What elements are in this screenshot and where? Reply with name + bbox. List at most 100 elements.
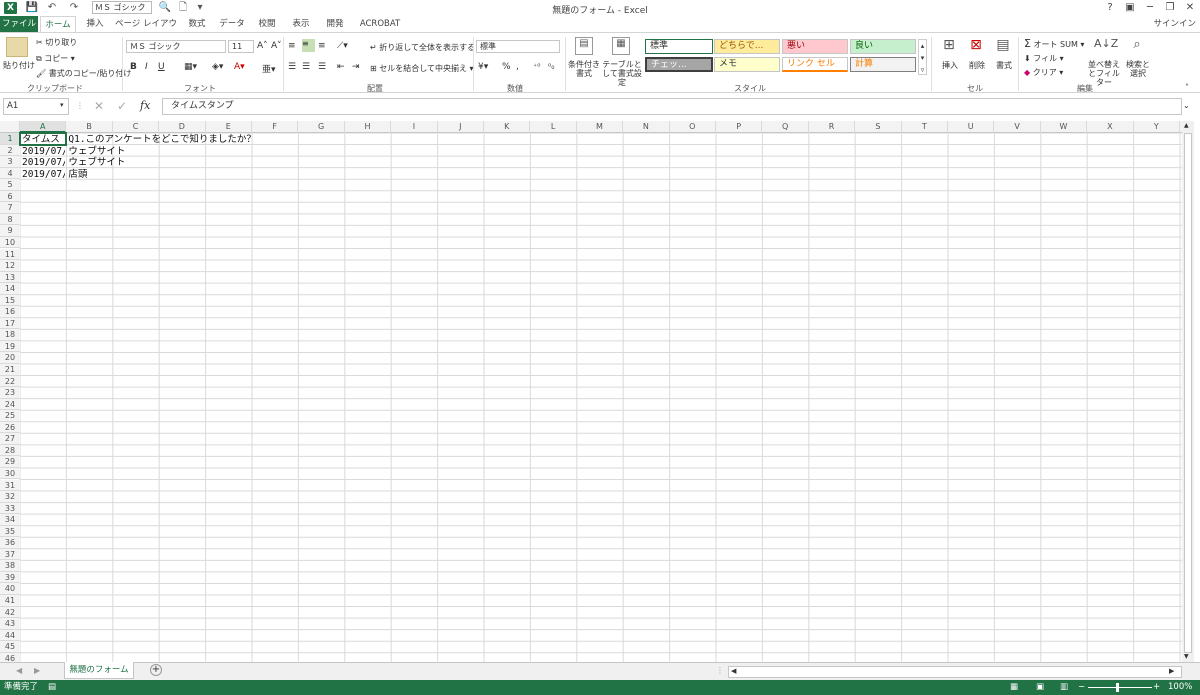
row-header-38[interactable]: 38 <box>0 560 20 572</box>
autosum-button[interactable]: Σ オート SUM ▾ <box>1024 37 1084 50</box>
next-sheet-icon[interactable]: ▶ <box>34 666 40 675</box>
decrease-indent-icon[interactable]: ⇤ <box>337 62 345 72</box>
tab-review[interactable]: 校閲 <box>252 16 282 32</box>
style-calculation[interactable]: 計算 <box>850 57 916 72</box>
delete-cells-icon[interactable]: ⊠ <box>967 37 985 55</box>
row-header-30[interactable]: 30 <box>0 467 20 480</box>
currency-icon[interactable]: ¥▾ <box>478 62 488 72</box>
row-header-19[interactable]: 19 <box>0 340 20 353</box>
font-size-select[interactable]: 11 <box>228 40 254 53</box>
zoom-out-icon[interactable]: − <box>1078 680 1085 695</box>
format-as-table-icon[interactable]: ▦ <box>612 37 630 55</box>
tab-formulas[interactable]: 数式 <box>182 16 212 32</box>
binoculars-icon[interactable]: ⌕ <box>1127 37 1147 55</box>
column-header-h[interactable]: H <box>345 121 392 133</box>
macro-record-icon[interactable]: ▤ <box>48 680 56 695</box>
row-header-39[interactable]: 39 <box>0 571 20 584</box>
row-header-14[interactable]: 14 <box>0 283 20 295</box>
column-header-f[interactable]: F <box>252 121 299 133</box>
cell-a4[interactable]: 2019/07/2 <box>22 169 65 181</box>
row-header-23[interactable]: 23 <box>0 387 20 399</box>
styles-gallery-scroll[interactable]: ▴ ▾ ▿ <box>918 39 927 75</box>
align-center-icon[interactable]: ☰ <box>302 62 310 72</box>
row-header-16[interactable]: 16 <box>0 306 20 318</box>
decrease-decimal-icon[interactable]: ⁰₀ <box>548 62 554 71</box>
format-cells-icon[interactable]: ▤ <box>994 37 1012 55</box>
cell-b4[interactable]: 店頭 <box>68 169 87 181</box>
row-header-4[interactable]: 4 <box>0 167 20 180</box>
tab-developer[interactable]: 開発 <box>320 16 350 32</box>
tab-split-grip-icon[interactable]: ⋮ <box>716 666 724 675</box>
align-middle-icon[interactable]: ≡ <box>302 39 315 52</box>
column-header-i[interactable]: I <box>391 121 438 133</box>
cell-b3[interactable]: ウェブサイト <box>68 157 125 169</box>
column-header-g[interactable]: G <box>298 121 345 133</box>
sheet-tab[interactable]: 無題のフォーム <box>64 662 134 679</box>
column-header-t[interactable]: T <box>902 121 948 133</box>
column-header-e[interactable]: E <box>206 121 252 133</box>
row-header-27[interactable]: 27 <box>0 433 20 445</box>
clear-button[interactable]: ◆ クリア ▾ <box>1024 67 1063 78</box>
font-color-icon[interactable]: A▾ <box>234 62 245 72</box>
row-header-29[interactable]: 29 <box>0 456 20 468</box>
row-header-2[interactable]: 2 <box>0 144 20 157</box>
cell-b2[interactable]: ウェブサイト <box>68 146 125 158</box>
name-box-dropdown-icon[interactable]: ▾ <box>60 101 64 109</box>
row-header-11[interactable]: 11 <box>0 248 20 261</box>
row-header-8[interactable]: 8 <box>0 213 20 226</box>
style-good[interactable]: 良い <box>850 39 916 54</box>
ribbon-display-icon[interactable]: ▣ <box>1120 0 1140 16</box>
collapse-ribbon-icon[interactable]: ˄ <box>1185 83 1189 92</box>
column-header-q[interactable]: Q <box>762 121 809 133</box>
zoom-in-icon[interactable]: + <box>1153 680 1160 695</box>
cell-a3[interactable]: 2019/07/2 <box>22 157 65 169</box>
row-header-6[interactable]: 6 <box>0 190 20 203</box>
minimize-button[interactable]: ─ <box>1140 0 1160 16</box>
column-header-u[interactable]: U <box>948 121 995 133</box>
normal-view-icon[interactable]: ▦ <box>1010 680 1018 695</box>
active-cell-selection[interactable] <box>19 132 68 146</box>
scroll-up-icon[interactable]: ▲ <box>1184 122 1189 129</box>
tab-file[interactable]: ファイル <box>0 16 38 32</box>
align-left-icon[interactable]: ☰ <box>288 62 296 72</box>
scroll-down-icon[interactable]: ▼ <box>1184 653 1189 660</box>
column-header-o[interactable]: O <box>670 121 716 133</box>
sort-filter-icon[interactable]: A↓Z <box>1094 37 1118 55</box>
row-header-12[interactable]: 12 <box>0 260 20 272</box>
row-header-42[interactable]: 42 <box>0 606 20 619</box>
select-all-corner[interactable] <box>0 121 20 133</box>
prev-sheet-icon[interactable]: ◀ <box>16 666 22 675</box>
conditional-format-button[interactable]: 条件付き書式 <box>568 60 600 78</box>
row-header-18[interactable]: 18 <box>0 329 20 341</box>
column-header-b[interactable]: B <box>66 121 113 133</box>
fill-button[interactable]: ⬇ フィル ▾ <box>1024 53 1064 64</box>
column-header-p[interactable]: P <box>716 121 763 133</box>
row-header-32[interactable]: 32 <box>0 491 20 503</box>
row-header-7[interactable]: 7 <box>0 202 20 214</box>
page-break-view-icon[interactable]: ▥ <box>1060 680 1068 695</box>
underline-button[interactable]: U <box>158 62 165 72</box>
row-header-9[interactable]: 9 <box>0 225 20 237</box>
style-linked-cell[interactable]: リンク セル <box>782 57 848 72</box>
row-header-37[interactable]: 37 <box>0 548 20 561</box>
borders-icon[interactable]: ▦▾ <box>184 62 197 72</box>
zoom-level[interactable]: 100% <box>1168 680 1192 695</box>
column-header-k[interactable]: K <box>484 121 531 133</box>
bold-button[interactable]: B <box>130 62 137 72</box>
row-header-22[interactable]: 22 <box>0 375 20 388</box>
row-header-40[interactable]: 40 <box>0 583 20 595</box>
insert-cells-icon[interactable]: ⊞ <box>940 37 958 55</box>
column-header-w[interactable]: W <box>1041 121 1088 133</box>
column-header-y[interactable]: Y <box>1134 121 1180 133</box>
format-as-table-button[interactable]: テーブルとして書式設定 <box>600 60 644 87</box>
column-header-n[interactable]: N <box>623 121 670 133</box>
column-header-s[interactable]: S <box>855 121 902 133</box>
increase-indent-icon[interactable]: ⇥ <box>352 62 360 72</box>
horizontal-scrollbar[interactable]: ◀ ▶ <box>728 666 1182 678</box>
row-header-33[interactable]: 33 <box>0 502 20 515</box>
tab-view[interactable]: 表示 <box>286 16 316 32</box>
number-format-select[interactable]: 標準 <box>476 40 560 53</box>
spreadsheet-grid[interactable]: ABCDEFGHIJKLMNOPQRSTUVWXY 1 2 3 4 5 6 7 8 9 10 11 1… <box>0 121 1182 662</box>
style-normal[interactable]: 標準 <box>645 39 713 54</box>
restore-button[interactable]: ❐ <box>1160 0 1180 16</box>
